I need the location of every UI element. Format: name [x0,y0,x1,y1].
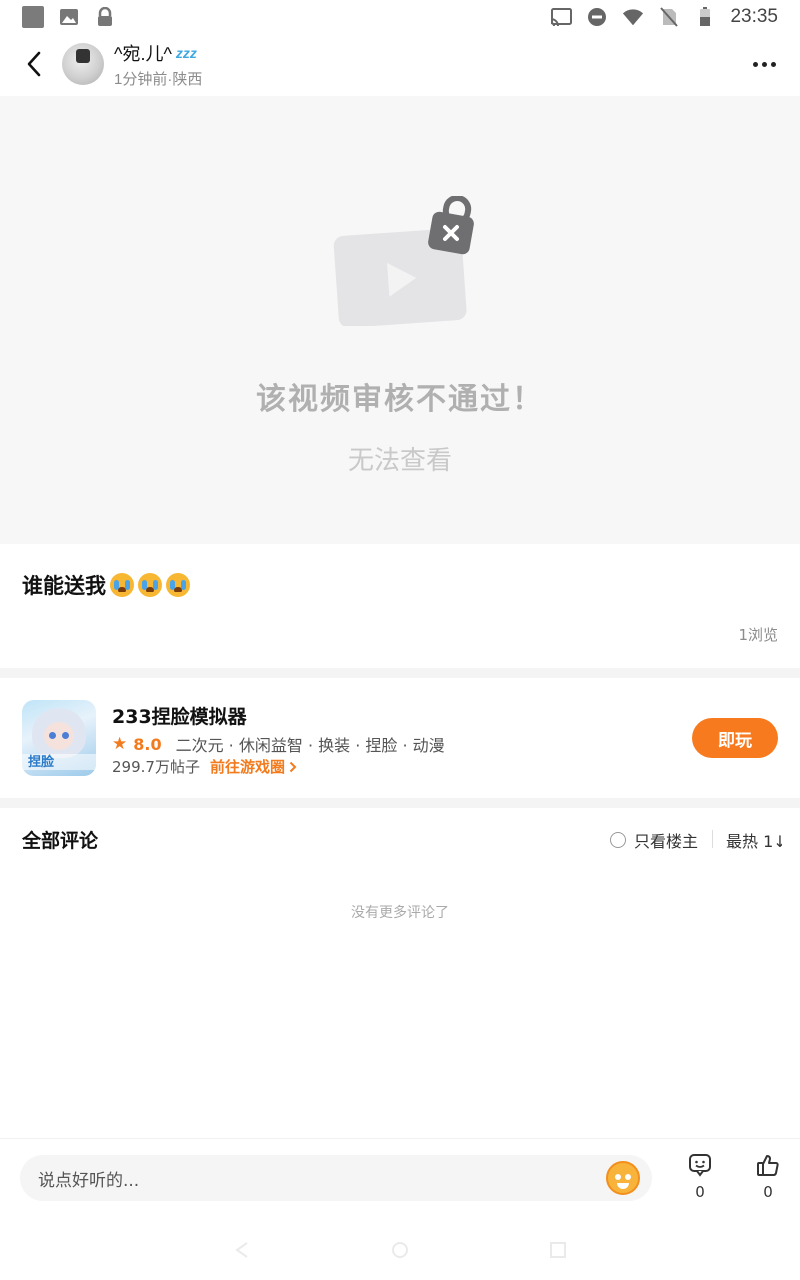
nav-recents-icon[interactable] [549,1241,567,1259]
section-divider [0,798,800,808]
only-owner-toggle[interactable]: 只看楼主 [610,828,698,852]
game-name[interactable]: 233捏脸模拟器 [112,702,247,729]
app-square-icon [22,6,44,28]
bottom-action-bar: 说点好听的... 0 0 [0,1138,800,1220]
do-not-disturb-icon [586,6,608,28]
review-failed-title: 该视频审核不通过！ [256,382,544,417]
user-meta: ^宛.儿^ zzz 1分钟前·陕西 [114,40,202,89]
game-tags: 二次元 · 休闲益智 · 换装 · 捏脸 · 动漫 [175,736,445,755]
thumbnail-art [62,732,69,739]
crying-emoji-icon [138,573,162,597]
no-sim-icon [658,6,680,28]
cast-icon [550,6,573,28]
lock-icon [94,6,116,28]
only-owner-label: 只看楼主 [634,832,699,851]
divider [712,830,713,848]
thumbnail-logo: 捏脸 [28,755,55,770]
comment-icon [689,1154,711,1177]
play-now-button[interactable]: 即玩 [692,718,778,758]
go-to-game-circle-label: 前往游戏圈 [209,758,285,776]
comment-count: 0 [695,1183,705,1201]
star-icon: ★ [112,734,128,754]
more-dot-icon [771,61,776,67]
back-button[interactable] [20,44,48,84]
sleep-badge: zzz [175,44,197,61]
view-count: 1浏览 [738,626,778,644]
post-header: ^宛.儿^ zzz 1分钟前·陕西 [0,34,800,94]
comment-input[interactable]: 说点好听的... [20,1155,652,1201]
radio-icon[interactable] [610,832,626,848]
avatar[interactable] [62,43,104,85]
sort-selector[interactable]: 最热 1↓ [726,828,782,852]
mascot-emoji-icon[interactable] [606,1161,640,1195]
username-text: ^宛.儿^ [114,43,172,64]
more-options-button[interactable] [749,54,780,75]
go-to-game-circle-link[interactable]: 前往游戏圈 [210,756,297,777]
status-time: 23:35 [730,6,778,27]
post-content: 谁能送我 [22,570,190,600]
image-icon [58,6,80,28]
section-divider [0,668,800,678]
comment-action[interactable]: 0 [680,1153,720,1201]
game-rating-row: ★ 8.0 二次元 · 休闲益智 · 换装 · 捏脸 · 动漫 [112,732,445,756]
no-more-comments: 没有更多评论了 [351,905,449,921]
status-right: 23:35 [550,6,778,28]
wifi-icon [622,6,644,28]
video-locked-icon [330,195,480,330]
video-placeholder: 该视频审核不通过！ 无法查看 [0,96,800,544]
username[interactable]: ^宛.儿^ zzz [114,40,202,66]
more-dot-icon [762,61,767,67]
comments-title: 全部评论 [22,830,99,852]
status-left [22,6,116,28]
crying-emoji-icon [110,573,134,597]
game-card[interactable]: 捏脸 233捏脸模拟器 ★ 8.0 二次元 · 休闲益智 · 换装 · 捏脸 ·… [0,678,800,798]
like-count: 0 [763,1183,773,1201]
more-dot-icon [753,61,758,67]
game-posts-row: 299.7万帖子 前往游戏圈 [112,756,297,777]
review-failed-subtitle: 无法查看 [347,446,452,476]
comments-header: 全部评论 只看楼主 最热 1↓ [0,808,800,868]
thumbs-up-icon [757,1155,779,1176]
system-nav-bar [0,1220,800,1280]
chevron-right-icon [289,761,297,772]
game-rating: 8.0 [133,734,162,754]
game-post-count: 299.7万帖子 [112,758,200,776]
post-text: 谁能送我 [22,574,106,598]
nav-home-icon[interactable] [391,1241,409,1259]
status-bar: 23:35 [0,0,800,34]
comment-placeholder: 说点好听的... [38,1170,140,1191]
thumbnail-art [49,732,56,739]
game-thumbnail[interactable]: 捏脸 [22,700,96,776]
crying-emoji-icon [166,573,190,597]
post-time-location: 1分钟前·陕西 [114,70,203,88]
chevron-left-icon [27,51,41,77]
battery-icon [694,6,716,28]
nav-back-icon[interactable] [233,1241,251,1259]
like-action[interactable]: 0 [748,1153,788,1201]
